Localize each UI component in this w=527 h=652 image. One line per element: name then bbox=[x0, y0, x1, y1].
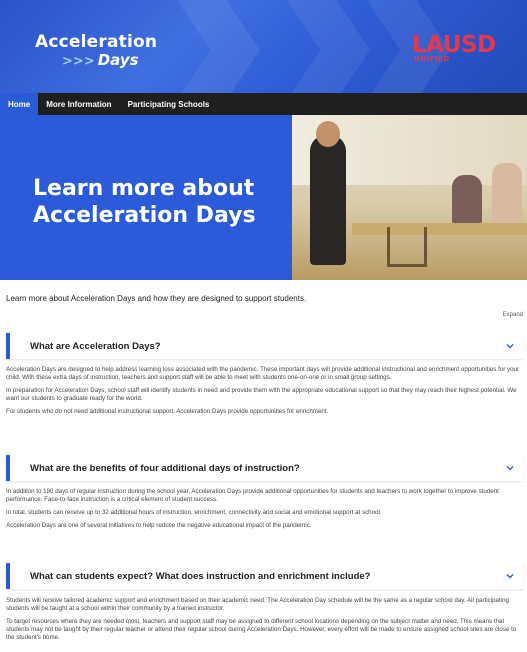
accordion-title: What can students expect? What does inst… bbox=[30, 570, 371, 582]
accordion-header-benefits[interactable]: What are the benefits of four additional… bbox=[6, 455, 523, 481]
paragraph: To target resources where they are neede… bbox=[6, 618, 517, 641]
nav-item-participating-schools[interactable]: Participating Schools bbox=[120, 93, 218, 115]
paragraph: Students will receive tailored academic … bbox=[6, 597, 509, 612]
photo-desk bbox=[352, 223, 527, 235]
accordion-title: What are the benefits of four additional… bbox=[30, 462, 300, 474]
photo-teacher bbox=[310, 135, 346, 265]
nav-item-home[interactable]: Home bbox=[0, 93, 39, 115]
nav-item-more-information[interactable]: More Information bbox=[38, 93, 119, 115]
site-logo-title[interactable]: Acceleration bbox=[35, 32, 157, 52]
hero-banner: Learn more about Acceleration Days bbox=[0, 115, 527, 280]
paragraph: Acceleration Days are designed to help a… bbox=[6, 366, 520, 381]
photo-student bbox=[452, 175, 482, 223]
arrows-icon: >>> bbox=[62, 54, 95, 69]
accordion-body: In addition to 180 days of regular instr… bbox=[6, 488, 523, 535]
hero-classroom-photo bbox=[292, 115, 527, 280]
decorative-chevron bbox=[280, 0, 370, 93]
photo-chair bbox=[387, 227, 427, 267]
chevron-down-icon[interactable] bbox=[505, 463, 515, 473]
site-header: Acceleration >>> Days LAUSD UNIFIED bbox=[0, 0, 527, 93]
main-nav: Home More Information Participating Scho… bbox=[0, 93, 527, 115]
paragraph: In preparation for Acceleration Days, sc… bbox=[6, 387, 517, 402]
chevron-down-icon[interactable] bbox=[505, 571, 515, 581]
accordion-header-what-are[interactable]: What are Acceleration Days? bbox=[6, 333, 523, 359]
accordion-body: Acceleration Days are designed to help a… bbox=[6, 366, 523, 421]
expand-all-link[interactable]: Expand bbox=[503, 312, 523, 318]
hero-title: Learn more about Acceleration Days bbox=[33, 176, 256, 228]
paragraph: In total, students can receive up to 32 … bbox=[6, 509, 382, 516]
district-logo[interactable]: LAUSD UNIFIED bbox=[412, 32, 496, 63]
intro-text: Learn more about Acceleration Days and h… bbox=[6, 294, 307, 303]
accordion-header-expectations[interactable]: What can students expect? What does inst… bbox=[6, 563, 523, 589]
photo-teacher-head bbox=[316, 121, 340, 147]
accordion-title: What are Acceleration Days? bbox=[30, 340, 161, 352]
paragraph: For students who do not need additional … bbox=[6, 408, 329, 415]
decorative-chevron bbox=[170, 0, 260, 93]
accordion-body: Students will receive tailored academic … bbox=[6, 597, 523, 647]
site-logo-subtitle[interactable]: >>> Days bbox=[62, 51, 139, 69]
photo-student bbox=[492, 163, 522, 223]
site-logo-days: Days bbox=[97, 51, 139, 69]
paragraph: In addition to 180 days of regular instr… bbox=[6, 488, 499, 503]
paragraph: Acceleration Days are one of several ini… bbox=[6, 522, 312, 529]
chevron-down-icon[interactable] bbox=[505, 341, 515, 351]
